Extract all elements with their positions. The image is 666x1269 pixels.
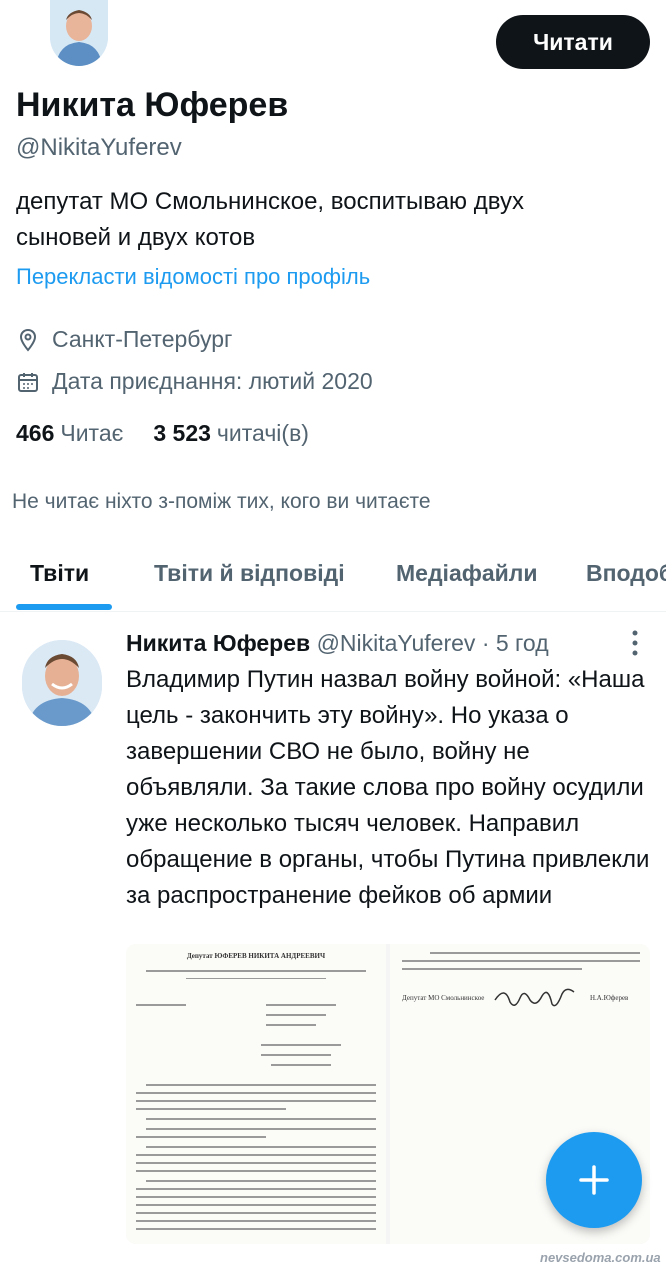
calendar-icon: [18, 372, 38, 392]
profile-name: Никита Юферев: [16, 86, 289, 124]
signature-image: [494, 988, 575, 1007]
tweet-author[interactable]: Никита Юферев: [126, 630, 310, 656]
joined-text: Дата приєднання: лютий 2020: [52, 368, 373, 394]
tab-tweets-replies[interactable]: Твіти й відповіді: [154, 540, 345, 587]
tweet-avatar[interactable]: [22, 640, 102, 726]
tweet-time[interactable]: · 5 год: [482, 630, 549, 656]
following-label: Читає: [60, 420, 124, 446]
document-signatory: Депутат МО Смольнинское: [402, 994, 485, 1002]
follow-button[interactable]: Читати: [496, 15, 650, 69]
profile-joined: Дата приєднання: лютий 2020: [16, 368, 373, 395]
watermark: nevsedoma.com.ua: [540, 1250, 661, 1265]
profile-location: Санкт-Петербург: [16, 326, 232, 353]
followers-count: 3 523: [153, 420, 211, 446]
tab-tweets[interactable]: Твіти: [30, 540, 89, 587]
profile-stats: 466 Читає 3 523 читачі(в): [16, 420, 309, 447]
followers-link[interactable]: 3 523 читачі(в): [153, 420, 309, 447]
followers-label: читачі(в): [216, 420, 309, 446]
tab-media[interactable]: Медіафайли: [396, 540, 538, 587]
tweet-header: Никита Юферев @NikitaYuferev · 5 год: [126, 630, 549, 657]
document-title: Депутат ЮФЕРЕВ НИКИТА АНДРЕЕВИЧ: [186, 952, 326, 960]
mutual-followers-note: Не читає ніхто з-поміж тих, кого ви чита…: [12, 490, 431, 513]
document-signer-name: Н.А.Юферев: [590, 994, 629, 1002]
compose-tweet-button[interactable]: [546, 1132, 642, 1228]
following-count: 466: [16, 420, 55, 446]
document-page-1[interactable]: Депутат ЮФЕРЕВ НИКИТА АНДРЕЕВИЧ: [126, 944, 386, 1244]
more-vertical-icon[interactable]: [626, 628, 644, 658]
plus-icon: [579, 1165, 609, 1195]
active-tab-indicator: [16, 604, 112, 610]
location-text: Санкт-Петербург: [52, 326, 233, 352]
following-link[interactable]: 466 Читає: [16, 420, 123, 447]
location-pin-icon: [19, 328, 37, 352]
profile-tabs: Твіти Твіти й відповіді Медіафайли Вподо…: [0, 540, 666, 612]
tweet-handle[interactable]: @NikitaYuferev: [317, 630, 476, 656]
profile-avatar[interactable]: [50, 0, 108, 66]
tweet-text: Владимир Путин назвал войну войной: «Наш…: [126, 666, 650, 909]
profile-bio: депутат МО Смольнинское, воспитываю двух…: [16, 188, 524, 251]
tab-likes[interactable]: Вподобання: [586, 540, 666, 587]
translate-bio-link[interactable]: Перекласти відомості про профіль: [16, 264, 370, 290]
profile-handle: @NikitaYuferev: [16, 134, 182, 161]
